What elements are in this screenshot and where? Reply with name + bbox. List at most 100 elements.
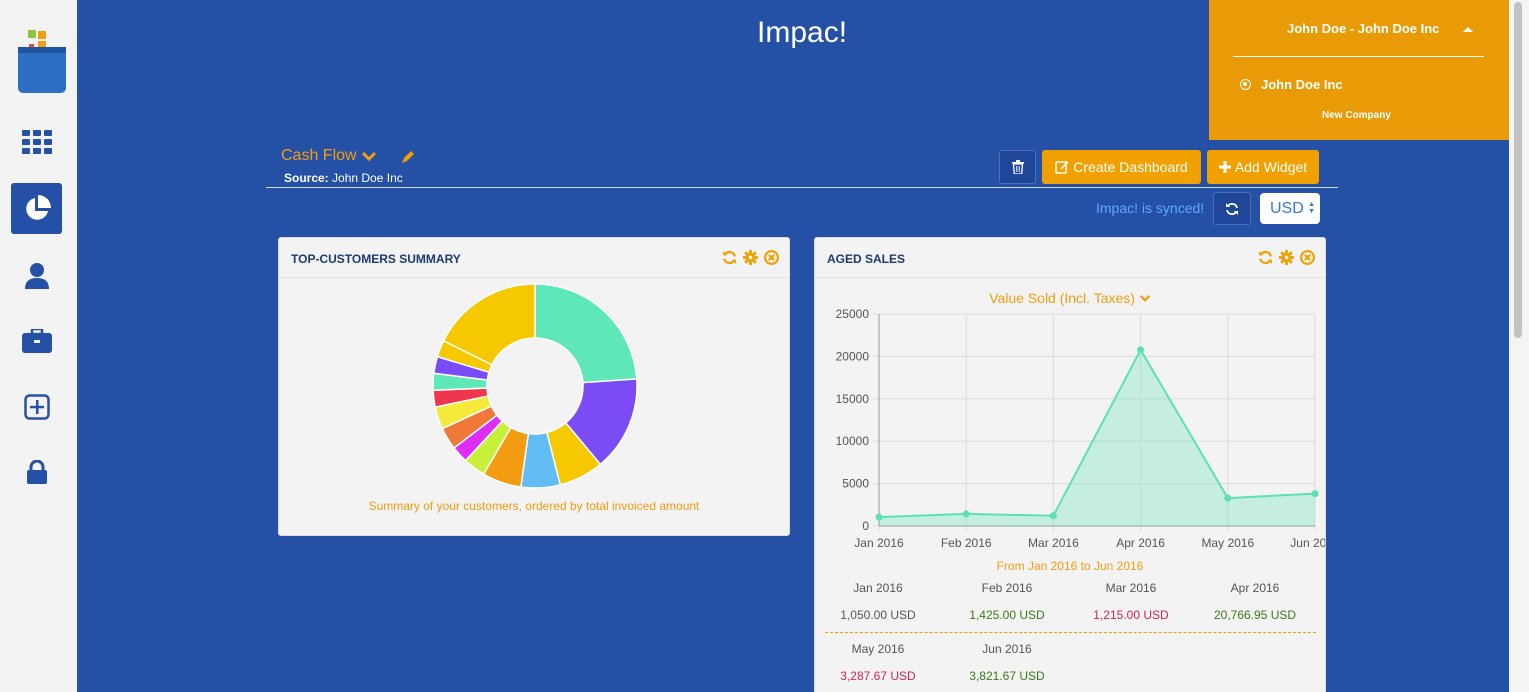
widget-header: AGED SALES xyxy=(815,238,1325,278)
data-point[interactable] xyxy=(962,510,970,518)
add-widget-label: Add Widget xyxy=(1234,159,1308,175)
summary-period-label: Jun 2016 xyxy=(982,642,1032,656)
currency-value: USD xyxy=(1270,199,1304,217)
plus-icon xyxy=(1218,161,1231,173)
chevron-down-icon xyxy=(1139,294,1151,302)
divider xyxy=(266,187,1338,188)
close-circle-icon[interactable] xyxy=(1300,250,1315,265)
top-customers-donut-chart xyxy=(432,283,638,489)
pencil-icon[interactable] xyxy=(401,150,415,169)
refresh-icon[interactable] xyxy=(722,250,737,265)
refresh-icon xyxy=(1226,202,1238,215)
app-logo[interactable] xyxy=(17,30,67,94)
y-tick-label: 25000 xyxy=(836,307,870,321)
x-tick-label: Feb 2016 xyxy=(941,536,992,550)
select-arrows-icon: ▲ ▼ xyxy=(1308,201,1315,215)
scrollbar[interactable] xyxy=(1509,0,1529,692)
summary-period-value: 1,215.00 USD xyxy=(1093,608,1169,622)
y-tick-label: 15000 xyxy=(836,392,870,406)
sidebar-item-add[interactable] xyxy=(11,381,62,432)
y-tick-label: 0 xyxy=(862,519,869,533)
close-circle-icon[interactable] xyxy=(764,250,779,265)
widget-aged-sales: AGED SALES Value Sold (Incl. Taxes) 0 50… xyxy=(814,237,1326,692)
sync-status: Impac! is synced! xyxy=(1096,200,1205,216)
x-tick-label: Jun 2016 xyxy=(1290,536,1326,550)
summary-period-value: 1,050.00 USD xyxy=(840,608,916,622)
lock-icon xyxy=(26,459,47,484)
x-tick-label: Apr 2016 xyxy=(1116,536,1165,550)
x-tick-label: Mar 2016 xyxy=(1028,536,1079,550)
divider xyxy=(1233,56,1484,57)
summary-period-label: Apr 2016 xyxy=(1230,581,1280,595)
summary-period-value: 3,821.67 USD xyxy=(969,669,1045,683)
scrollbar-thumb[interactable] xyxy=(1514,2,1522,338)
delete-dashboard-button[interactable] xyxy=(999,150,1036,184)
briefcase-icon xyxy=(21,328,52,353)
dashboard-name: Cash Flow xyxy=(281,147,357,164)
edit-icon xyxy=(1055,161,1069,174)
widget-title: AGED SALES xyxy=(827,252,906,266)
sidebar-item-company[interactable] xyxy=(11,315,62,366)
source-value: John Doe Inc xyxy=(332,171,403,185)
org-current-selection[interactable]: John Doe - John Doe Inc xyxy=(1287,21,1439,36)
org-dropdown: John Doe - John Doe Inc John Doe Inc New… xyxy=(1209,0,1509,140)
trash-icon xyxy=(1011,160,1024,174)
source-label: Source: xyxy=(284,171,329,185)
data-point[interactable] xyxy=(1311,490,1319,498)
summary-period-label: May 2016 xyxy=(851,642,905,656)
sidebar-item-profile[interactable] xyxy=(11,250,62,301)
data-point[interactable] xyxy=(875,513,883,521)
chevron-down-icon xyxy=(361,151,376,162)
summary-period-label: Feb 2016 xyxy=(981,581,1033,595)
aged-sales-area-chart: 0 5000 10000 15000 20000 25000 Jan 2016 Feb 201… xyxy=(836,307,1326,550)
summary-period-value: 1,425.00 USD xyxy=(969,608,1045,622)
org-option-john-doe-inc[interactable]: John Doe Inc xyxy=(1261,77,1343,92)
sidebar-item-widgets[interactable] xyxy=(11,116,62,167)
area-fill xyxy=(879,349,1315,526)
dashboard-selector[interactable]: Cash Flow xyxy=(281,147,377,165)
data-point[interactable] xyxy=(1137,346,1145,354)
summary-period-label: Jan 2016 xyxy=(853,581,903,595)
donut-slice[interactable] xyxy=(534,283,638,384)
widget-title: TOP-CUSTOMERS SUMMARY xyxy=(291,252,461,266)
currency-select[interactable]: USD ▲ ▼ xyxy=(1260,193,1320,224)
summary-period-value: 20,766.95 USD xyxy=(1213,608,1297,622)
radio-selected-icon[interactable] xyxy=(1240,79,1251,90)
sidebar xyxy=(0,0,77,692)
sidebar-item-dashboards[interactable] xyxy=(11,183,62,234)
refresh-icon[interactable] xyxy=(1258,250,1273,265)
y-tick-label: 20000 xyxy=(836,349,870,363)
date-range: From Jan 2016 to Jun 2016 xyxy=(996,559,1144,573)
x-tick-label: Jan 2016 xyxy=(854,536,904,550)
summary-period-value: 3,287.67 USD xyxy=(840,669,916,683)
y-tick-label: 5000 xyxy=(842,477,869,491)
data-point[interactable] xyxy=(1049,512,1057,520)
metric-selector[interactable]: Value Sold (Incl. Taxes) xyxy=(815,290,1325,306)
widget-tools xyxy=(1258,250,1315,265)
gear-icon[interactable] xyxy=(743,250,758,265)
widget-header: TOP-CUSTOMERS SUMMARY xyxy=(279,238,789,278)
widget-tools xyxy=(722,250,779,265)
summary-period-label: Mar 2016 xyxy=(1105,581,1157,595)
plus-square-icon xyxy=(23,393,50,420)
caret-up-icon[interactable] xyxy=(1463,27,1473,32)
app-title: Impac! xyxy=(757,16,848,49)
create-dashboard-label: Create Dashboard xyxy=(1073,159,1188,175)
refresh-button[interactable] xyxy=(1213,192,1251,225)
chart-caption: Summary of your customers, ordered by to… xyxy=(368,499,700,513)
divider xyxy=(825,632,1316,633)
x-tick-label: May 2016 xyxy=(1201,536,1254,550)
gear-icon[interactable] xyxy=(1279,250,1294,265)
metric-label: Value Sold (Incl. Taxes) xyxy=(989,290,1135,306)
data-point[interactable] xyxy=(1224,494,1232,502)
sidebar-item-lock[interactable] xyxy=(11,446,62,497)
grid-icon xyxy=(21,129,52,154)
y-tick-label: 10000 xyxy=(836,434,870,448)
add-widget-button[interactable]: Add Widget xyxy=(1207,150,1319,184)
new-company-link[interactable]: New Company xyxy=(1322,110,1391,121)
widget-top-customers: TOP-CUSTOMERS SUMMARY Summary of your cu… xyxy=(278,237,790,536)
pie-chart-icon xyxy=(25,194,51,220)
user-icon xyxy=(24,262,49,289)
create-dashboard-button[interactable]: Create Dashboard xyxy=(1042,150,1201,184)
dashboard-source: Source: John Doe Inc xyxy=(284,171,403,185)
